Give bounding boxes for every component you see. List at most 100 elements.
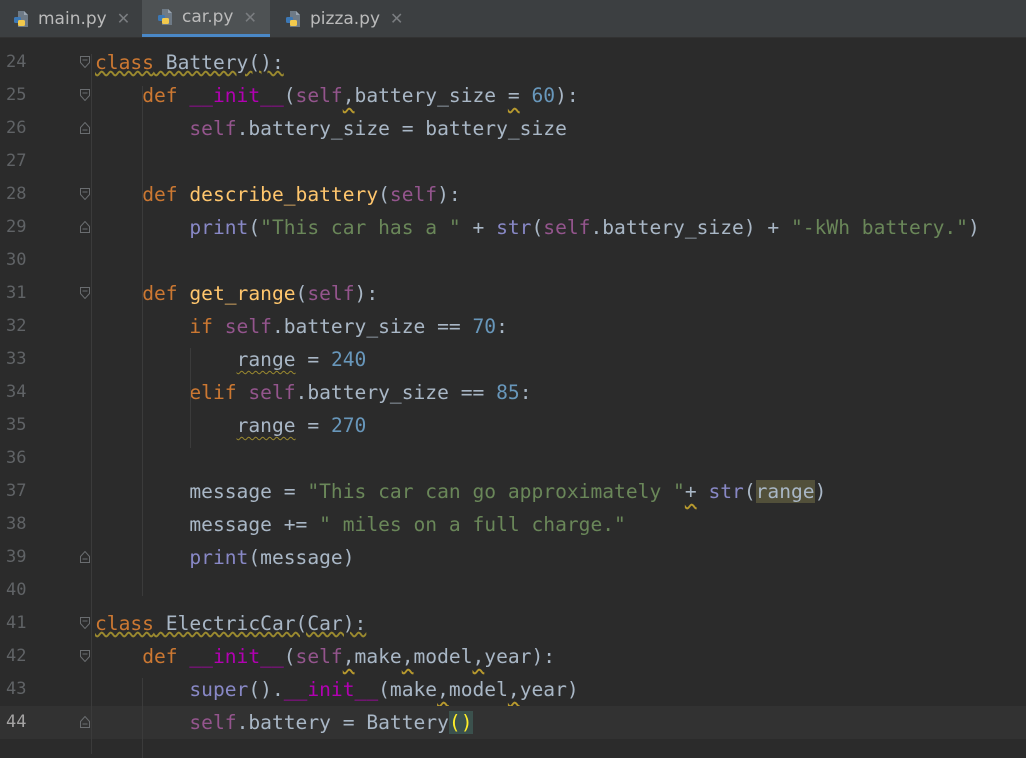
code-text: print(message) bbox=[95, 541, 354, 574]
code-text: self.battery_size = battery_size bbox=[95, 112, 567, 145]
code-line[interactable]: 40 bbox=[0, 574, 1026, 607]
code-line[interactable]: 44 self.battery = Battery() bbox=[0, 706, 1026, 739]
code-token: def bbox=[142, 183, 178, 206]
code-line[interactable]: 43 super().__init__(make,model,year) bbox=[0, 673, 1026, 706]
code-line[interactable]: 32 if self.battery_size == 70: bbox=[0, 310, 1026, 343]
python-file-icon bbox=[286, 10, 300, 27]
fold-open-icon[interactable] bbox=[80, 56, 90, 68]
fold-open-icon[interactable] bbox=[80, 89, 90, 101]
code-token: + bbox=[460, 216, 497, 239]
code-token: __init__ bbox=[283, 678, 379, 701]
close-icon[interactable]: ✕ bbox=[390, 9, 403, 28]
code-token: .battery_size) + bbox=[590, 216, 792, 239]
code-token: "-kWh battery." bbox=[791, 216, 968, 239]
code-token: ElectricCar(Car): bbox=[153, 612, 367, 635]
python-file-icon bbox=[14, 10, 28, 27]
code-token: range bbox=[236, 348, 296, 371]
code-editor[interactable]: 24 class Battery(): 25 def __init__(self,b… bbox=[0, 38, 1026, 758]
line-number: 32 bbox=[6, 316, 27, 336]
code-token: if bbox=[189, 315, 213, 338]
code-token: ( bbox=[378, 183, 390, 206]
code-token: , bbox=[437, 678, 449, 701]
code-line[interactable]: 41 class ElectricCar(Car): bbox=[0, 607, 1026, 640]
fold-open-icon[interactable] bbox=[80, 188, 90, 200]
tab-main-py[interactable]: main.py ✕ bbox=[0, 0, 140, 37]
code-token: str bbox=[496, 216, 532, 239]
code-token: 240 bbox=[330, 348, 367, 371]
code-line[interactable]: 38 message += " miles on a full charge." bbox=[0, 508, 1026, 541]
code-token: get_range bbox=[189, 282, 296, 305]
fold-open-icon[interactable] bbox=[80, 650, 90, 662]
code-token: + bbox=[684, 480, 697, 503]
fold-close-icon[interactable] bbox=[80, 716, 90, 728]
code-token: 60 bbox=[531, 84, 556, 107]
code-line[interactable]: 35 range = 270 bbox=[0, 409, 1026, 442]
code-token: year): bbox=[484, 645, 556, 668]
code-line[interactable]: 42 def __init__(self,make,model,year): bbox=[0, 640, 1026, 673]
code-line[interactable]: 26 self.battery_size = battery_size bbox=[0, 112, 1026, 145]
tab-pizza-py[interactable]: pizza.py ✕ bbox=[272, 0, 412, 37]
fold-close-icon[interactable] bbox=[80, 122, 90, 134]
indent-guide bbox=[142, 678, 143, 758]
fold-close-icon[interactable] bbox=[80, 221, 90, 233]
line-number: 34 bbox=[6, 382, 27, 402]
line-number: 35 bbox=[6, 415, 27, 435]
line-number: 29 bbox=[6, 217, 27, 237]
code-token: () bbox=[448, 711, 473, 734]
code-text: class Battery(): bbox=[95, 46, 284, 79]
code-text: if self.battery_size == 70: bbox=[95, 310, 508, 343]
code-text: message = "This car can go approximately… bbox=[95, 475, 826, 508]
code-line[interactable]: 27 bbox=[0, 145, 1026, 178]
code-token: self bbox=[543, 216, 591, 239]
line-number: 43 bbox=[6, 679, 27, 699]
line-number: 24 bbox=[6, 52, 27, 72]
code-token: .battery_size == bbox=[271, 315, 473, 338]
tab-label: car.py bbox=[182, 7, 234, 27]
code-token: = bbox=[507, 84, 520, 107]
code-token: .battery = Battery bbox=[236, 711, 449, 734]
code-line[interactable]: 31 def get_range(self): bbox=[0, 277, 1026, 310]
tab-car-py[interactable]: car.py ✕ bbox=[142, 0, 270, 37]
line-number: 38 bbox=[6, 514, 27, 534]
line-number: 31 bbox=[6, 283, 27, 303]
code-token: (). bbox=[248, 678, 284, 701]
code-line[interactable]: 36 bbox=[0, 442, 1026, 475]
code-line[interactable]: 29 print("This car has a " + str(self.ba… bbox=[0, 211, 1026, 244]
code-token: self bbox=[389, 183, 438, 206]
code-token: battery_size bbox=[354, 84, 508, 107]
fold-open-icon[interactable] bbox=[80, 287, 90, 299]
close-icon[interactable]: ✕ bbox=[243, 8, 256, 27]
line-number: 26 bbox=[6, 118, 27, 138]
line-number: 36 bbox=[6, 448, 27, 468]
code-token: message += bbox=[95, 513, 320, 536]
code-line[interactable]: 25 def __init__(self,battery_size = 60): bbox=[0, 79, 1026, 112]
code-token: , bbox=[342, 84, 355, 107]
code-line[interactable]: 30 bbox=[0, 244, 1026, 277]
close-icon[interactable]: ✕ bbox=[117, 9, 130, 28]
code-line[interactable]: 33 range = 240 bbox=[0, 343, 1026, 376]
line-number: 33 bbox=[6, 349, 27, 369]
fold-open-icon[interactable] bbox=[80, 617, 90, 629]
code-text: print("This car has a " + str(self.batte… bbox=[95, 211, 979, 244]
code-token: ( bbox=[283, 84, 296, 107]
code-line[interactable]: 34 elif self.battery_size == 85: bbox=[0, 376, 1026, 409]
code-token: .battery_size == bbox=[295, 381, 497, 404]
code-token: .battery_size = battery_size bbox=[236, 117, 567, 140]
fold-close-icon[interactable] bbox=[80, 551, 90, 563]
code-token: def bbox=[142, 645, 178, 668]
code-token: __init__ bbox=[189, 645, 284, 668]
code-token: (make bbox=[378, 678, 438, 701]
line-number: 44 bbox=[6, 712, 27, 732]
code-token: print bbox=[189, 216, 249, 239]
code-line[interactable]: 28 def describe_battery(self): bbox=[0, 178, 1026, 211]
code-line[interactable]: 39 print(message) bbox=[0, 541, 1026, 574]
line-number: 41 bbox=[6, 613, 27, 633]
code-line[interactable]: 24 class Battery(): bbox=[0, 46, 1026, 79]
code-line[interactable]: 37 message = "This car can go approximat… bbox=[0, 475, 1026, 508]
code-token: = bbox=[295, 348, 331, 371]
